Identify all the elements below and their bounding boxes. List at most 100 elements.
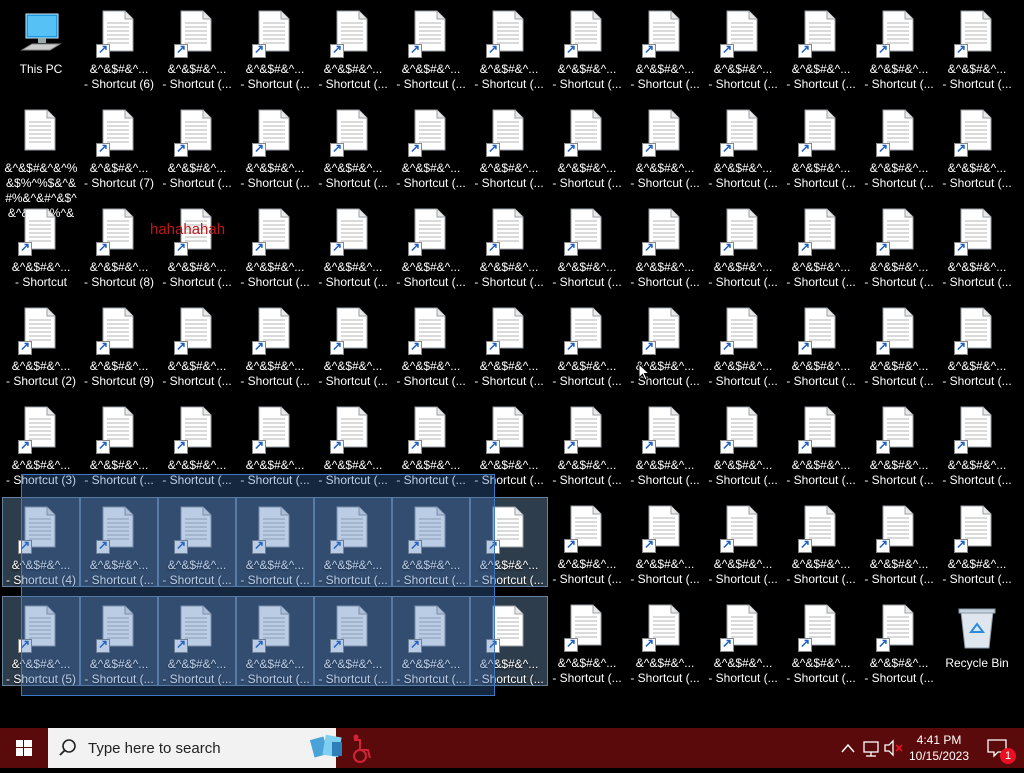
desktop-shortcut[interactable]: &^&$#&^...- Shortcut (...: [236, 2, 314, 92]
desktop-icon-label: &^&$#&^...: [479, 260, 539, 274]
desktop-shortcut[interactable]: &^&$#&^...- Shortcut (...: [782, 398, 860, 488]
desktop-shortcut[interactable]: &^&$#&^...- Shortcut (...: [782, 200, 860, 290]
desktop-icon-label: - Shortcut (...: [474, 77, 544, 91]
desktop-shortcut[interactable]: &^&$#&^...- Shortcut (...: [158, 299, 236, 389]
desktop-shortcut[interactable]: &^&$#&^...- Shortcut (...: [626, 497, 704, 587]
desktop-icon-recycle-bin[interactable]: Recycle Bin: [938, 596, 1016, 686]
start-button[interactable]: [0, 728, 48, 768]
desktop-icon-label: - Shortcut (...: [552, 176, 622, 190]
desktop-shortcut[interactable]: &^&$#&^...- Shortcut (...: [470, 2, 548, 92]
notification-center-button[interactable]: 1: [980, 728, 1020, 768]
desktop-icon-label: &^&$#&^...: [713, 458, 773, 472]
volume-muted-icon[interactable]: [882, 728, 904, 768]
desktop-shortcut[interactable]: &^&$#&^...- Shortcut (...: [782, 299, 860, 389]
desktop-shortcut[interactable]: &^&$#&^...- Shortcut (...: [860, 2, 938, 92]
desktop-icon-label: &^&$#&^...: [89, 359, 149, 373]
desktop-icon-label: &^&$#&^...: [557, 656, 617, 670]
desktop-shortcut[interactable]: &^&$#&^...- Shortcut (...: [704, 596, 782, 686]
search-box[interactable]: Type here to search: [48, 728, 371, 768]
desktop-shortcut[interactable]: &^&$#&^...- Shortcut (2): [2, 299, 80, 389]
desktop-shortcut[interactable]: &^&$#&^...- Shortcut (...: [860, 596, 938, 686]
desktop-shortcut[interactable]: &^&$#&^...- Shortcut (...: [704, 200, 782, 290]
shortcut-arrow-icon: [798, 339, 812, 355]
icon-graphic: [174, 307, 220, 355]
desktop-shortcut[interactable]: &^&$#&^...- Shortcut (9): [80, 299, 158, 389]
desktop[interactable]: This PC &^&$#&^&^%&$%^%$&^&#%&^&#^&$^&^&^…: [0, 0, 1024, 728]
desktop-shortcut[interactable]: &^&$#&^...- Shortcut (...: [548, 398, 626, 488]
desktop-shortcut[interactable]: &^&$#&^...- Shortcut (...: [938, 497, 1016, 587]
desktop-shortcut[interactable]: &^&$#&^...- Shortcut (...: [158, 101, 236, 191]
icon-graphic: [408, 208, 454, 256]
desktop-shortcut[interactable]: &^&$#&^...- Shortcut (...: [704, 398, 782, 488]
desktop-shortcut[interactable]: &^&$#&^...- Shortcut (...: [158, 200, 236, 290]
shortcut-arrow-icon: [876, 240, 890, 256]
desktop-shortcut[interactable]: &^&$#&^...- Shortcut (...: [782, 596, 860, 686]
desktop-shortcut[interactable]: &^&$#&^...- Shortcut (...: [314, 2, 392, 92]
desktop-shortcut[interactable]: &^&$#&^...- Shortcut (...: [860, 101, 938, 191]
desktop-shortcut[interactable]: &^&$#&^...- Shortcut (6): [80, 2, 158, 92]
desktop-shortcut[interactable]: &^&$#&^...- Shortcut (...: [860, 398, 938, 488]
desktop-icon-label: &^&$#&^...: [323, 458, 383, 472]
desktop-shortcut[interactable]: &^&$#&^...- Shortcut (...: [548, 2, 626, 92]
icon-graphic: [330, 10, 376, 58]
desktop-shortcut[interactable]: &^&$#&^...- Shortcut (...: [938, 398, 1016, 488]
desktop-shortcut[interactable]: &^&$#&^...- Shortcut (...: [782, 101, 860, 191]
desktop-icon-this-pc[interactable]: This PC: [2, 2, 80, 92]
icon-graphic: [954, 406, 1000, 454]
desktop-shortcut[interactable]: &^&$#&^...- Shortcut (...: [392, 101, 470, 191]
desktop-shortcut[interactable]: &^&$#&^...- Shortcut (...: [704, 2, 782, 92]
desktop-shortcut[interactable]: &^&$#&^...- Shortcut (...: [938, 101, 1016, 191]
desktop-shortcut[interactable]: &^&$#&^...- Shortcut (...: [548, 101, 626, 191]
desktop-shortcut[interactable]: &^&$#&^...- Shortcut (...: [314, 200, 392, 290]
network-icon[interactable]: [860, 728, 882, 768]
desktop-icon-label: &^&$#&^...: [791, 62, 851, 76]
desktop-shortcut[interactable]: &^&$#&^...- Shortcut: [2, 200, 80, 290]
desktop-shortcut[interactable]: &^&$#&^...- Shortcut (...: [938, 2, 1016, 92]
desktop-shortcut[interactable]: &^&$#&^...- Shortcut (...: [782, 497, 860, 587]
desktop-shortcut[interactable]: &^&$#&^...- Shortcut (...: [626, 596, 704, 686]
desktop-shortcut[interactable]: &^&$#&^...- Shortcut (...: [236, 299, 314, 389]
desktop-icon-label: &^&$#&^...: [89, 458, 149, 472]
desktop-shortcut[interactable]: &^&$#&^...- Shortcut (...: [704, 299, 782, 389]
chevron-up-icon[interactable]: [838, 728, 858, 768]
desktop-shortcut[interactable]: &^&$#&^...- Shortcut (...: [626, 200, 704, 290]
desktop-shortcut[interactable]: &^&$#&^...- Shortcut (...: [626, 101, 704, 191]
icon-graphic: [174, 10, 220, 58]
desktop-shortcut[interactable]: &^&$#&^...- Shortcut (...: [548, 299, 626, 389]
desktop-shortcut[interactable]: &^&$#&^...- Shortcut (...: [470, 299, 548, 389]
desktop-shortcut[interactable]: &^&$#&^...- Shortcut (...: [860, 299, 938, 389]
desktop-shortcut[interactable]: &^&$#&^...- Shortcut (...: [392, 200, 470, 290]
desktop-shortcut[interactable]: &^&$#&^...- Shortcut (...: [314, 101, 392, 191]
icon-graphic: [564, 10, 610, 58]
desktop-shortcut[interactable]: &^&$#&^...- Shortcut (8): [80, 200, 158, 290]
desktop-icon-label: - Shortcut (2): [5, 374, 77, 388]
shortcut-arrow-icon: [486, 240, 500, 256]
desktop-shortcut[interactable]: &^&$#&^...- Shortcut (...: [626, 2, 704, 92]
desktop-shortcut[interactable]: &^&$#&^...- Shortcut (...: [860, 497, 938, 587]
icon-graphic: [252, 406, 298, 454]
desktop-shortcut[interactable]: &^&$#&^...- Shortcut (...: [938, 299, 1016, 389]
desktop-shortcut[interactable]: &^&$#&^...- Shortcut (...: [548, 200, 626, 290]
desktop-shortcut[interactable]: &^&$#&^...- Shortcut (...: [236, 200, 314, 290]
desktop-shortcut[interactable]: &^&$#&^...- Shortcut (...: [470, 200, 548, 290]
icon-graphic: [408, 109, 454, 157]
desktop-icon-label: - Shortcut (...: [786, 77, 856, 91]
clock[interactable]: 4:41 PM 10/15/2023: [904, 732, 974, 764]
desktop-shortcut[interactable]: &^&$#&^...- Shortcut (...: [236, 101, 314, 191]
desktop-shortcut[interactable]: &^&$#&^...- Shortcut (...: [548, 497, 626, 587]
desktop-shortcut[interactable]: &^&$#&^...- Shortcut (...: [392, 299, 470, 389]
shortcut-arrow-icon: [486, 339, 500, 355]
desktop-shortcut[interactable]: &^&$#&^...- Shortcut (...: [314, 299, 392, 389]
desktop-shortcut[interactable]: &^&$#&^...- Shortcut (7): [80, 101, 158, 191]
desktop-shortcut[interactable]: &^&$#&^...- Shortcut (...: [782, 2, 860, 92]
desktop-shortcut[interactable]: &^&$#&^...- Shortcut (...: [704, 101, 782, 191]
desktop-shortcut[interactable]: &^&$#&^...- Shortcut (...: [860, 200, 938, 290]
desktop-shortcut[interactable]: &^&$#&^...- Shortcut (...: [392, 2, 470, 92]
desktop-shortcut[interactable]: &^&$#&^...- Shortcut (...: [158, 2, 236, 92]
desktop-icon-label: - Shortcut (...: [630, 275, 700, 289]
desktop-shortcut[interactable]: &^&$#&^...- Shortcut (...: [938, 200, 1016, 290]
desktop-shortcut[interactable]: &^&$#&^...- Shortcut (...: [626, 398, 704, 488]
desktop-shortcut[interactable]: &^&$#&^...- Shortcut (...: [470, 101, 548, 191]
desktop-shortcut[interactable]: &^&$#&^...- Shortcut (...: [704, 497, 782, 587]
desktop-shortcut[interactable]: &^&$#&^...- Shortcut (...: [548, 596, 626, 686]
